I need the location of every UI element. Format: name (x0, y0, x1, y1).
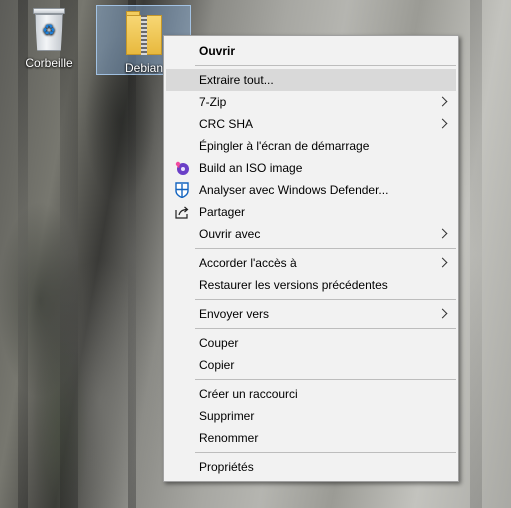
desktop: ♻ Corbeille Debian Ouvrir Extraire tout.… (0, 0, 511, 508)
recycle-bin-icon: ♻ (32, 8, 66, 52)
share-icon (175, 206, 189, 219)
wallpaper-streak (18, 0, 28, 508)
menu-separator (195, 299, 456, 300)
desktop-icon-label: Corbeille (25, 56, 73, 70)
menu-item-extract-all[interactable]: Extraire tout... (166, 69, 456, 91)
menu-item-send-to[interactable]: Envoyer vers (166, 303, 456, 325)
chevron-right-icon (438, 91, 448, 113)
wallpaper-streak (60, 0, 78, 508)
iso-image-icon (175, 161, 189, 175)
chevron-right-icon (438, 113, 448, 135)
menu-item-open-with[interactable]: Ouvrir avec (166, 223, 456, 245)
menu-separator (195, 248, 456, 249)
wallpaper-streak (470, 0, 482, 508)
menu-item-build-iso[interactable]: Build an ISO image (166, 157, 456, 179)
menu-item-create-shortcut[interactable]: Créer un raccourci (166, 383, 456, 405)
desktop-icon-recycle-bin[interactable]: ♻ Corbeille (16, 8, 82, 70)
windows-defender-icon (175, 182, 189, 198)
menu-item-properties[interactable]: Propriétés (166, 456, 456, 478)
menu-item-7zip[interactable]: 7-Zip (166, 91, 456, 113)
zip-folder-icon (125, 11, 162, 55)
menu-item-open[interactable]: Ouvrir (166, 40, 456, 62)
menu-item-copy[interactable]: Copier (166, 354, 456, 376)
chevron-right-icon (438, 303, 448, 325)
wallpaper-streak (128, 0, 136, 508)
menu-item-delete[interactable]: Supprimer (166, 405, 456, 427)
menu-item-pin-to-start[interactable]: Épingler à l'écran de démarrage (166, 135, 456, 157)
menu-item-crc-sha[interactable]: CRC SHA (166, 113, 456, 135)
menu-item-windows-defender[interactable]: Analyser avec Windows Defender... (166, 179, 456, 201)
menu-separator (195, 379, 456, 380)
chevron-right-icon (438, 223, 448, 245)
menu-item-cut[interactable]: Couper (166, 332, 456, 354)
menu-item-rename[interactable]: Renommer (166, 427, 456, 449)
chevron-right-icon (438, 252, 448, 274)
menu-item-give-access[interactable]: Accorder l'accès à (166, 252, 456, 274)
menu-item-share[interactable]: Partager (166, 201, 456, 223)
menu-separator (195, 452, 456, 453)
menu-item-restore-versions[interactable]: Restaurer les versions précédentes (166, 274, 456, 296)
menu-separator (195, 328, 456, 329)
context-menu: Ouvrir Extraire tout... 7-Zip CRC SHA Ép… (163, 35, 459, 482)
menu-separator (195, 65, 456, 66)
